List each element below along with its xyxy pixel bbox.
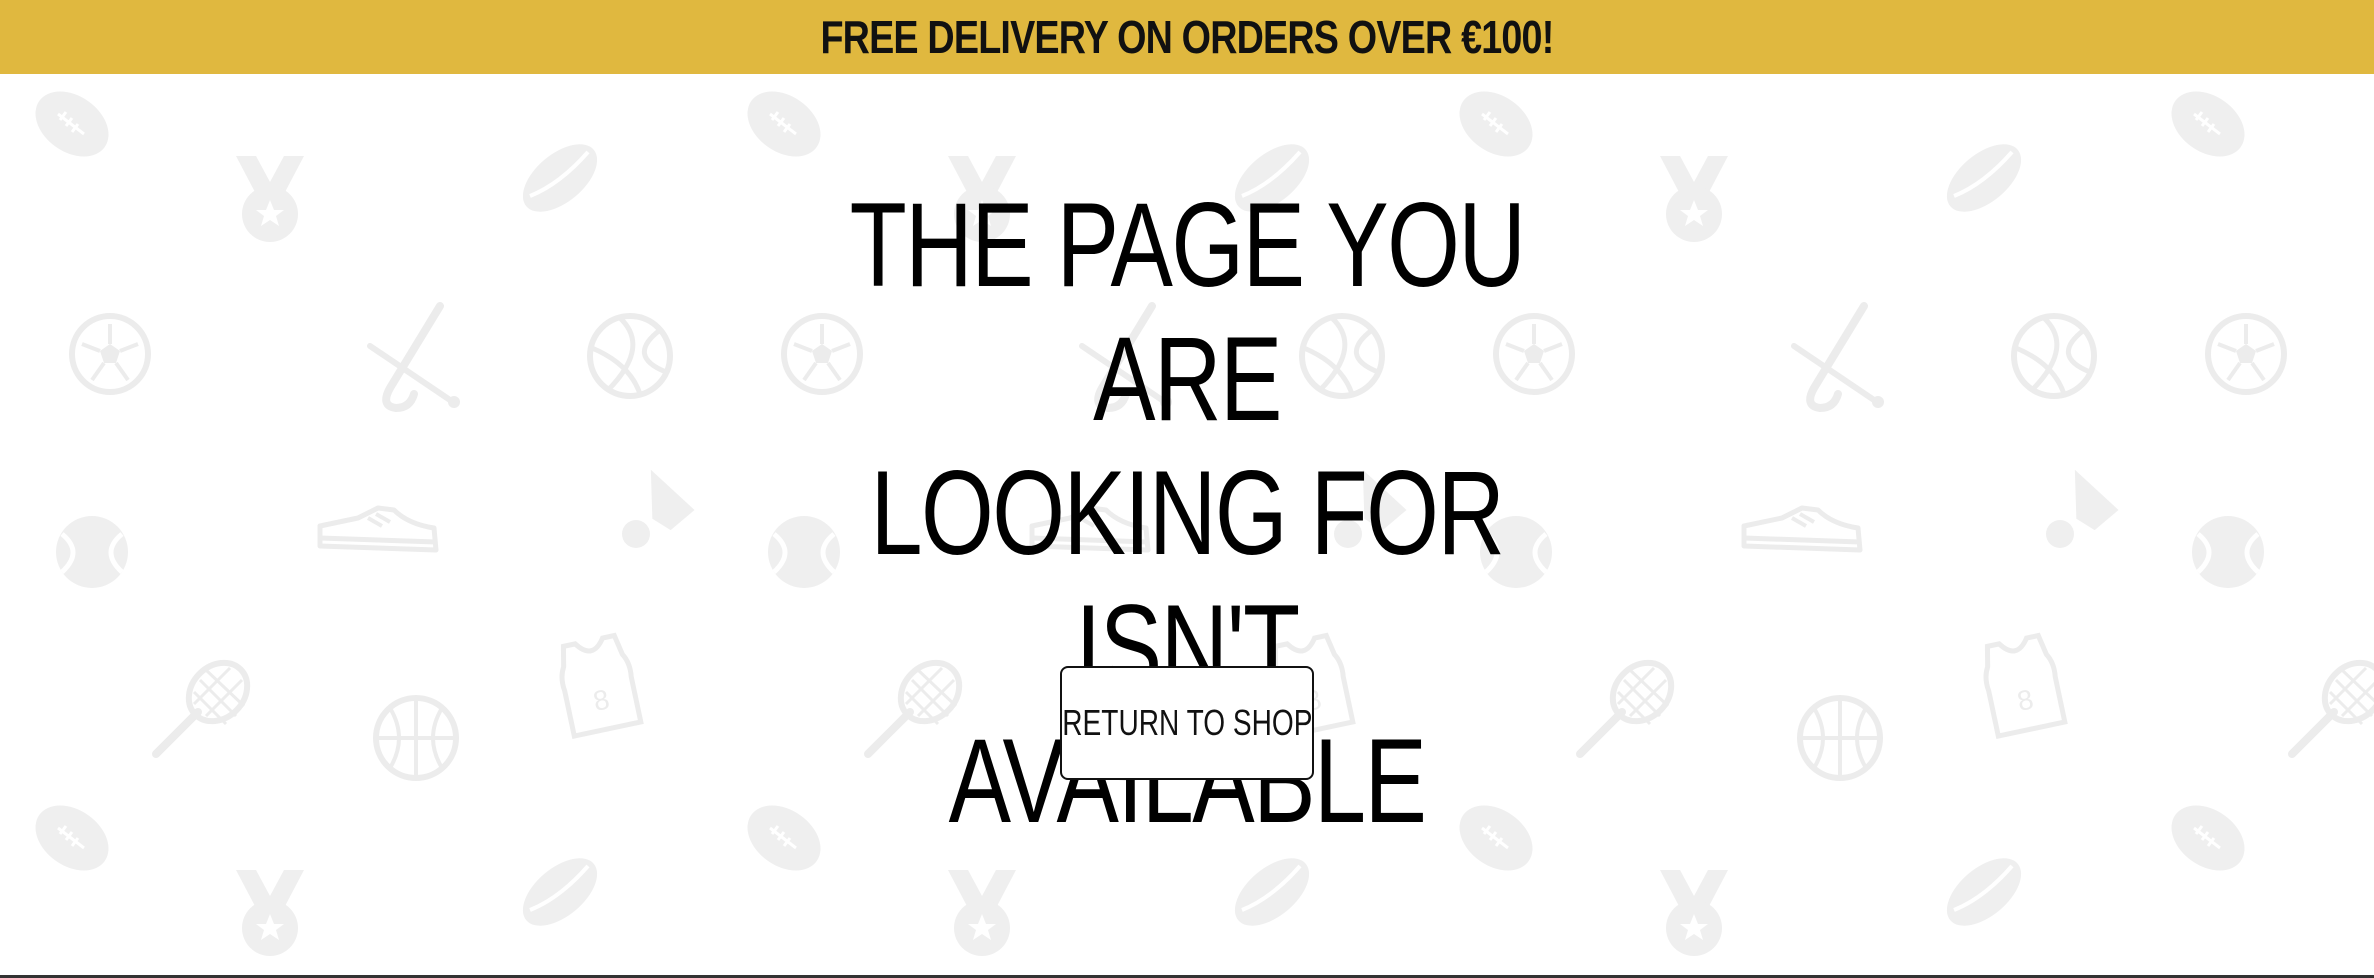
error-hero: 8 THE PAGE YOU ARE LOOKING FOR ISN'T AVA… xyxy=(0,74,2374,976)
heading-line: THE PAGE YOU ARE xyxy=(849,178,1526,446)
announcement-bar: FREE DELIVERY ON ORDERS OVER €100! xyxy=(0,0,2374,74)
return-to-shop-label: RETURN TO SHOP xyxy=(1061,702,1313,743)
announcement-text: FREE DELIVERY ON ORDERS OVER €100! xyxy=(820,11,1554,63)
return-to-shop-button[interactable]: RETURN TO SHOP xyxy=(1060,666,1314,780)
error-content: THE PAGE YOU ARE LOOKING FOR ISN'T AVAIL… xyxy=(0,74,2374,976)
